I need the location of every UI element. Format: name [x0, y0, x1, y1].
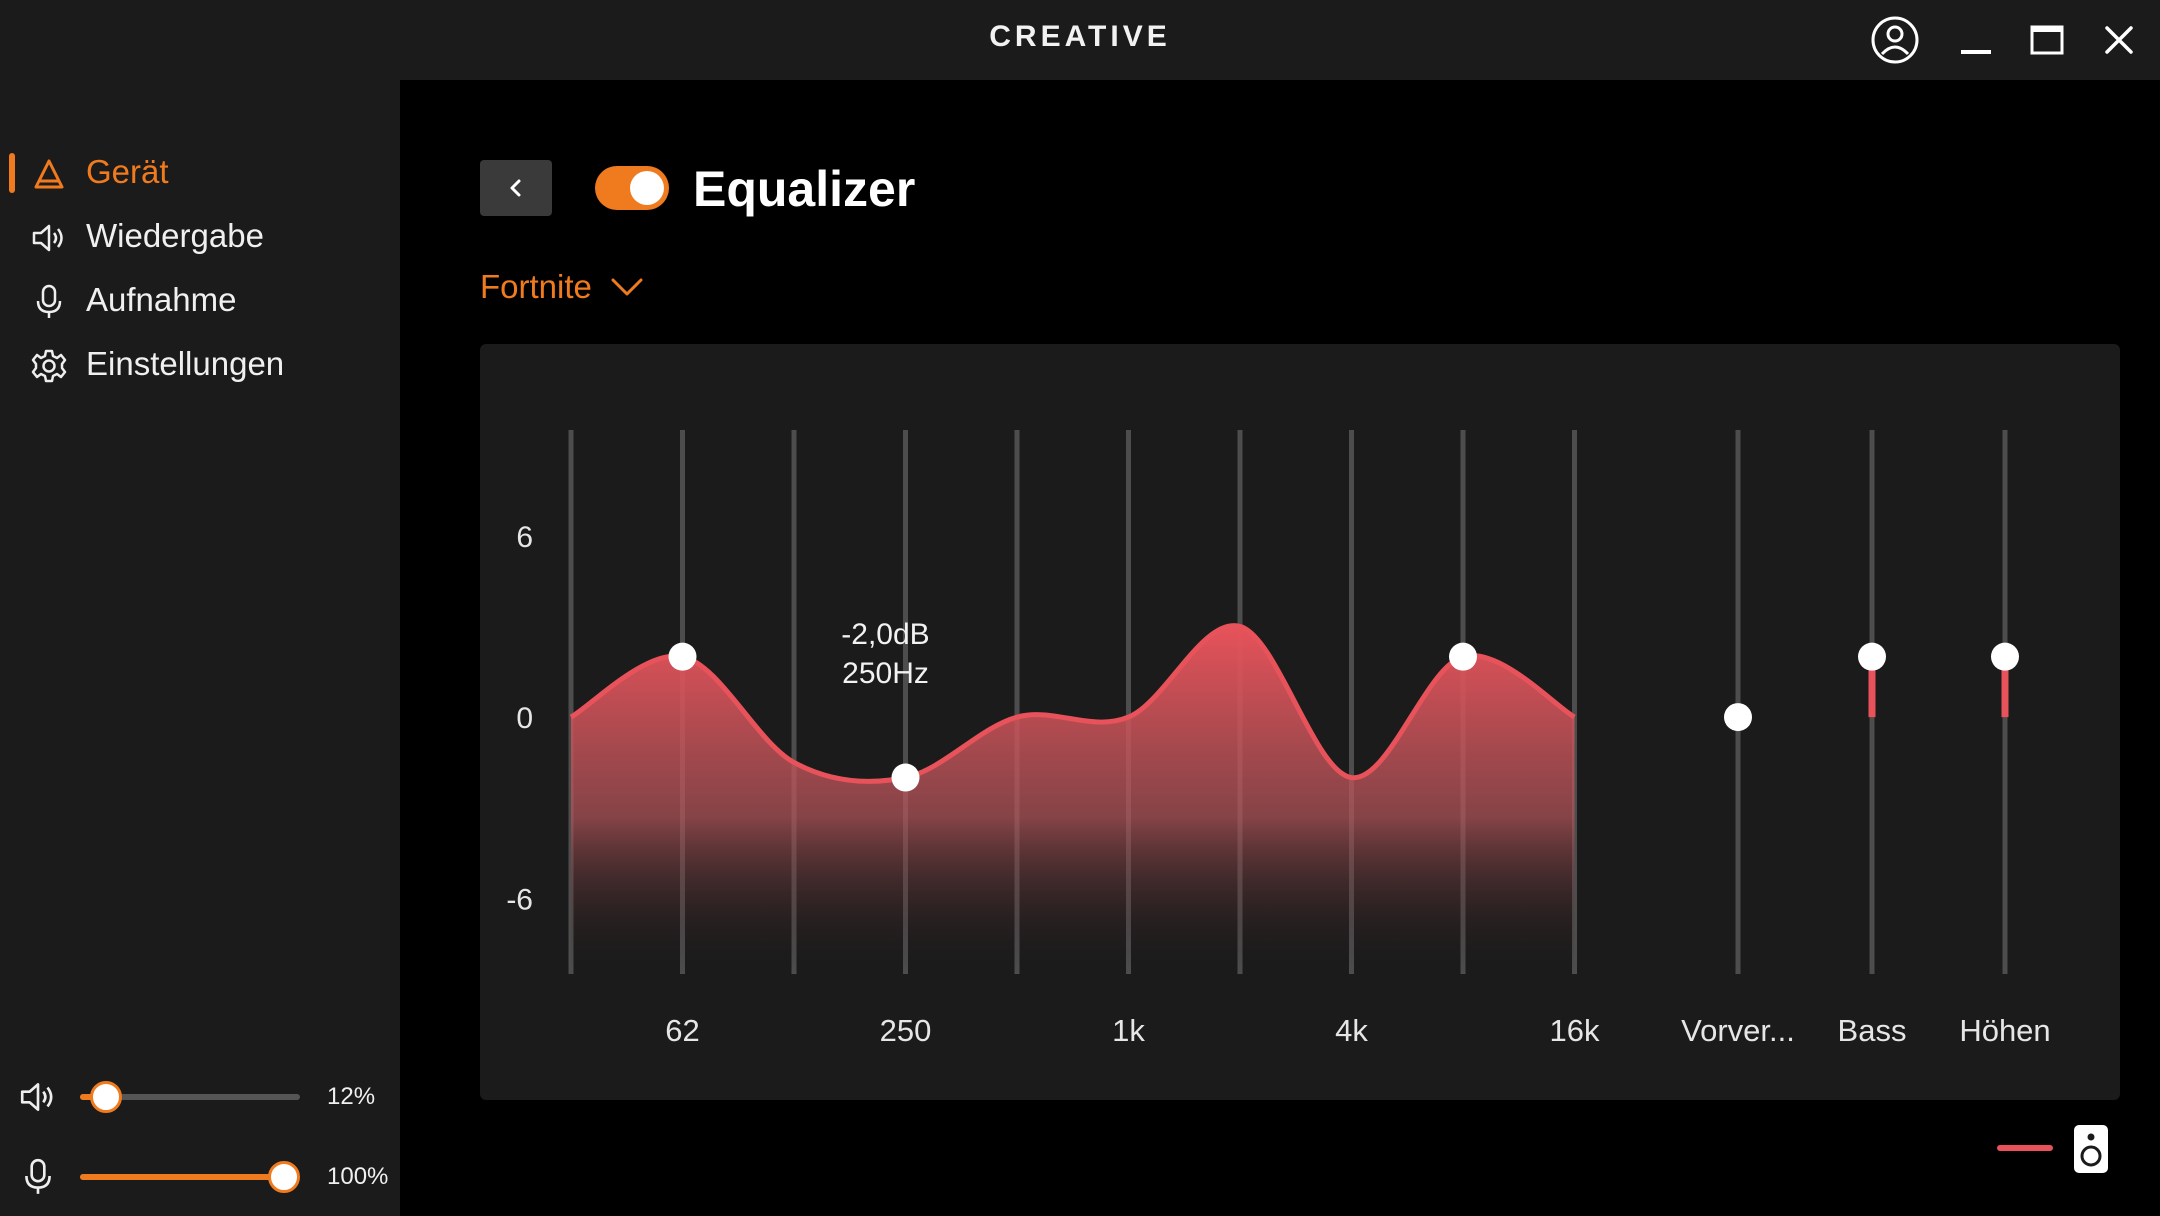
mic-slider-fill: [80, 1174, 284, 1180]
x-tick-label: 250: [880, 1013, 932, 1048]
y-tick-label: 6: [516, 521, 533, 554]
microphone-icon: [30, 283, 68, 321]
x-tick-label: 62: [665, 1013, 699, 1048]
preset-label: Fortnite: [480, 268, 592, 305]
eq-curve-area: [571, 625, 1575, 974]
brand-logo: CREATIVE: [989, 20, 1171, 53]
gear-icon: [30, 347, 68, 385]
eq-band-handle[interactable]: [891, 763, 920, 792]
minimize-icon: [1961, 50, 1991, 54]
volume-slider-row: 12%: [0, 1071, 400, 1121]
extra-slider-label: Vorver...: [1681, 1013, 1795, 1048]
eq-band-handle[interactable]: [668, 642, 697, 671]
chevron-left-icon: [510, 179, 521, 197]
preset-dropdown[interactable]: Fortnite: [480, 264, 644, 310]
sidebar: Gerät Wiedergabe Aufnahme Einstellungen …: [0, 80, 400, 1216]
extra-slider-label: Höhen: [1959, 1013, 2050, 1048]
sidebar-item-wiedergabe[interactable]: Wiedergabe: [0, 208, 400, 264]
back-button[interactable]: [480, 160, 552, 216]
y-tick-label: 0: [516, 702, 533, 735]
microphone-icon: [25, 1158, 51, 1194]
user-account-button[interactable]: [1869, 14, 1921, 66]
minimize-button[interactable]: [1950, 14, 2002, 66]
mic-value: 100%: [327, 1163, 389, 1190]
tooltip-gain: -2,0dB: [841, 618, 929, 651]
sidebar-item-label: Aufnahme: [86, 281, 237, 318]
x-tick-label: 4k: [1335, 1013, 1368, 1048]
equalizer-panel: 6 0 -6 62 250 1k 4k 16k Vorver... Bass Höhen -2,0…: [480, 344, 2120, 1100]
close-icon: [2105, 26, 2133, 54]
equalizer-toggle[interactable]: [595, 166, 669, 210]
speaker-icon: [30, 219, 68, 257]
mic-slider-knob[interactable]: [268, 1161, 300, 1193]
y-tick-label: -6: [506, 883, 533, 916]
sidebar-item-label: Gerät: [86, 153, 169, 190]
x-tick-label: 16k: [1550, 1013, 1600, 1048]
speaker-output-icon[interactable]: [2073, 1124, 2109, 1174]
close-button[interactable]: [2093, 14, 2145, 66]
sidebar-item-aufnahme[interactable]: Aufnahme: [0, 272, 400, 328]
volume-slider-knob[interactable]: [90, 1081, 123, 1113]
maximize-button[interactable]: [2021, 14, 2073, 66]
maximize-icon: [2030, 25, 2064, 55]
extra-slider-handle[interactable]: [1858, 642, 1886, 671]
device-triangle-icon: [30, 155, 68, 193]
extra-slider-handle[interactable]: [1991, 642, 2019, 671]
sidebar-item-einstellungen[interactable]: Einstellungen: [0, 336, 400, 392]
tooltip-freq: 250Hz: [842, 657, 929, 690]
extra-slider-handle[interactable]: [1724, 703, 1752, 732]
sidebar-item-label: Wiedergabe: [86, 217, 264, 254]
equalizer-graph: 6 0 -6 62 250 1k 4k 16k Vorver... Bass Höhen -2,0…: [506, 430, 2051, 1048]
toggle-knob: [630, 171, 664, 205]
active-indicator: [9, 153, 15, 193]
mic-slider-row: 100%: [0, 1151, 400, 1201]
x-tick-label: 1k: [1112, 1013, 1145, 1048]
chevron-down-icon: [611, 278, 643, 296]
sidebar-item-geraet[interactable]: Gerät: [0, 144, 400, 200]
volume-value: 12%: [327, 1083, 376, 1110]
sidebar-item-label: Einstellungen: [86, 345, 285, 382]
page-title: Equalizer: [693, 161, 916, 217]
user-icon: [1871, 16, 1919, 64]
eq-curve-legend-line: [1997, 1145, 2053, 1151]
title-bar: CREATIVE: [0, 0, 2160, 80]
speaker-icon: [20, 1083, 53, 1111]
extra-slider-label: Bass: [1838, 1013, 1907, 1048]
eq-band-handle[interactable]: [1449, 642, 1477, 671]
